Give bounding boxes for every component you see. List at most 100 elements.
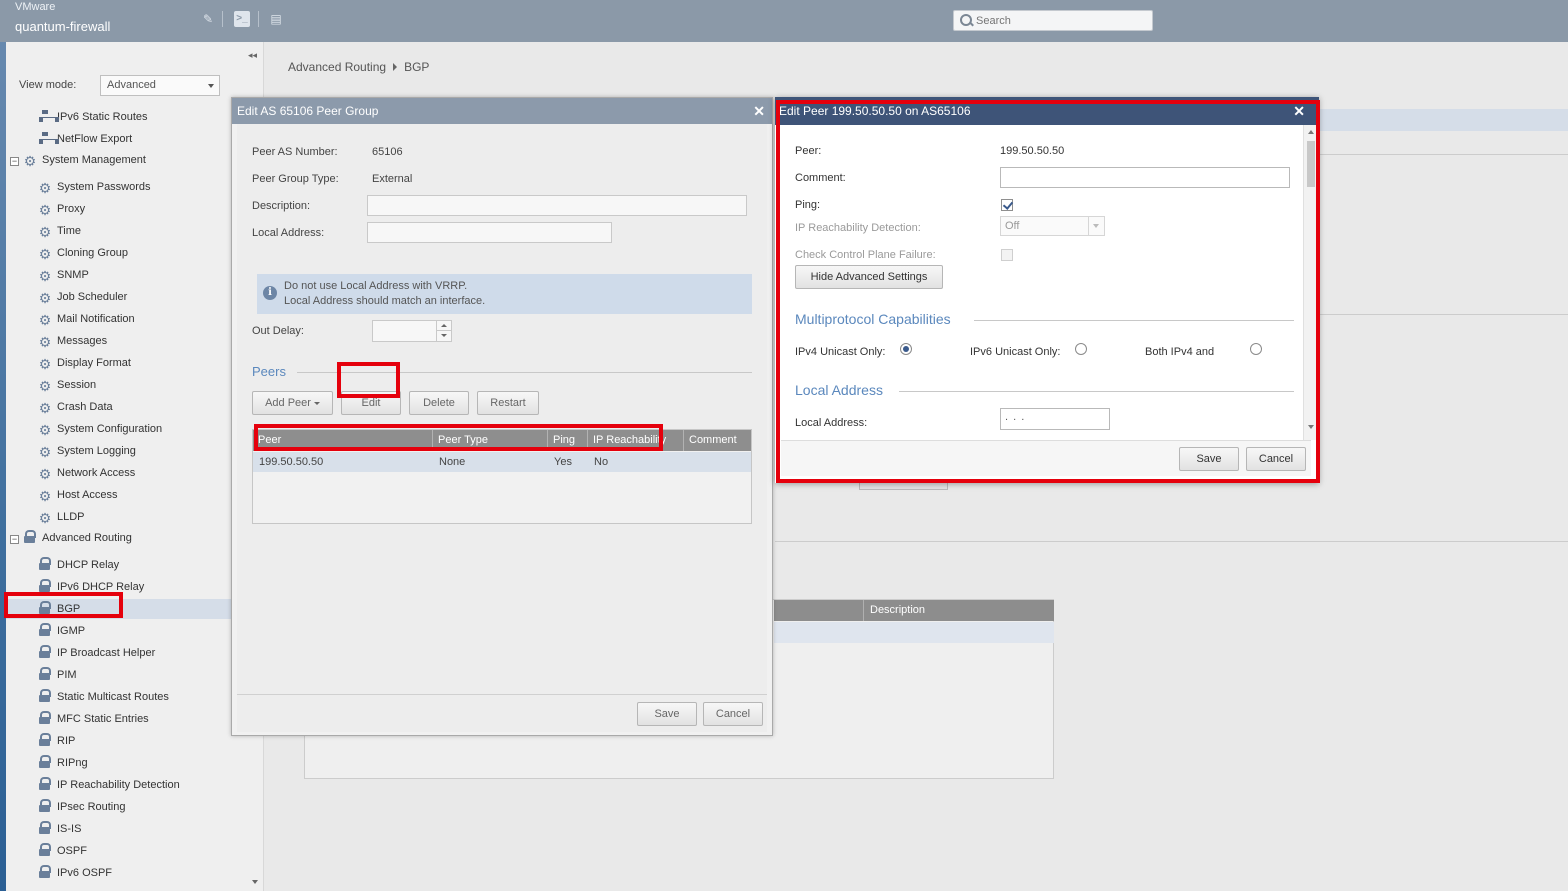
- peer-as-label: Peer AS Number:: [252, 146, 338, 158]
- sidebar-item[interactable]: IPsec Routing: [6, 797, 125, 817]
- cell-ip-reachability: No: [594, 456, 609, 468]
- sidebar-item[interactable]: IGMP: [6, 621, 85, 641]
- column-comment[interactable]: Comment: [684, 430, 751, 451]
- chevron-down-icon: [208, 84, 214, 88]
- sidebar-item-label: LLDP: [57, 511, 85, 523]
- collapse-icon[interactable]: −: [10, 157, 19, 166]
- stepper-down-icon[interactable]: [436, 331, 451, 341]
- edit-icon[interactable]: ✎: [200, 11, 216, 27]
- collapse-sidebar-icon[interactable]: ◂◂: [248, 50, 257, 61]
- lock-icon: [38, 579, 52, 593]
- sidebar-item[interactable]: ⚙ Time: [6, 221, 81, 241]
- gear-icon: ⚙: [38, 290, 52, 306]
- gear-icon: ⚙: [38, 246, 52, 262]
- sidebar-item[interactable]: PIM: [6, 665, 77, 685]
- sidebar-item[interactable]: ⚙ System Passwords: [6, 177, 151, 197]
- sidebar-item-label: IPv6 OSPF: [57, 867, 113, 879]
- footer-divider: [237, 694, 767, 695]
- sidebar-item[interactable]: IPv6 Static Routes: [6, 107, 148, 127]
- search-input[interactable]: [976, 13, 1146, 29]
- sidebar-item[interactable]: ⚙ Mail Notification: [6, 309, 135, 329]
- scroll-down-icon[interactable]: [252, 880, 258, 884]
- sidebar-item[interactable]: OSPF: [6, 841, 87, 861]
- description-field[interactable]: [367, 195, 747, 216]
- local-address-label: Local Address:: [252, 227, 325, 239]
- lock-icon: [38, 799, 52, 813]
- sidebar-item[interactable]: ⚙ LLDP: [6, 507, 85, 527]
- lock-icon: [38, 689, 52, 703]
- cancel-button[interactable]: Cancel: [703, 702, 763, 726]
- restart-button[interactable]: Restart: [477, 391, 539, 415]
- gear-icon: ⚙: [38, 334, 52, 350]
- hostname-label: quantum-firewall: [15, 19, 111, 34]
- gear-icon: ⚙: [38, 224, 52, 240]
- sidebar-item[interactable]: Static Multicast Routes: [6, 687, 169, 707]
- sidebar-item[interactable]: ⚙ SNMP: [6, 265, 89, 285]
- sidebar-item[interactable]: ⚙ Job Scheduler: [6, 287, 128, 307]
- info-box: i Do not use Local Address with VRRP. Lo…: [257, 274, 752, 314]
- gear-icon: ⚙: [38, 268, 52, 284]
- sidebar-item[interactable]: − Advanced Routing: [10, 528, 132, 548]
- sidebar-item[interactable]: ⚙ Cloning Group: [6, 243, 128, 263]
- sidebar-item[interactable]: ⚙ Crash Data: [6, 397, 113, 417]
- close-icon[interactable]: ✕: [753, 98, 765, 124]
- sidebar-item[interactable]: ⚙ Messages: [6, 331, 107, 351]
- delete-button[interactable]: Delete: [409, 391, 469, 415]
- sidebar-item[interactable]: ⚙ Display Format: [6, 353, 131, 373]
- sidebar-item-label: Job Scheduler: [57, 291, 128, 303]
- document-icon[interactable]: ▤: [268, 11, 284, 27]
- lock-icon: [38, 667, 52, 681]
- view-mode-select[interactable]: Advanced: [100, 75, 220, 96]
- sidebar-item-label: IP Reachability Detection: [57, 779, 180, 791]
- sidebar-item[interactable]: ⚙ Session: [6, 375, 96, 395]
- search-box[interactable]: [953, 10, 1153, 31]
- local-address-field[interactable]: [367, 222, 612, 243]
- save-button[interactable]: Save: [637, 702, 697, 726]
- gear-icon: ⚙: [38, 202, 52, 218]
- gear-icon: ⚙: [38, 422, 52, 438]
- brand-label: VMware: [15, 1, 56, 13]
- sidebar-item-label: IPv6 Static Routes: [57, 111, 148, 123]
- sidebar: ◂◂ View mode: Advanced IPv6 Static Route…: [6, 42, 264, 891]
- peer-group-type-value: External: [372, 173, 413, 185]
- gear-icon: ⚙: [38, 488, 52, 504]
- sidebar-item[interactable]: DHCP Relay: [6, 555, 119, 575]
- sidebar-item[interactable]: RIPng: [6, 753, 88, 773]
- sidebar-item[interactable]: IS-IS: [6, 819, 81, 839]
- breadcrumb-arrow-icon: [393, 63, 398, 71]
- sidebar-item[interactable]: ⚙ Network Access: [6, 463, 136, 483]
- sidebar-item-label: System Logging: [57, 445, 136, 457]
- table-row[interactable]: 199.50.50.50 None Yes No: [253, 452, 751, 472]
- sidebar-item[interactable]: − ⚙ System Management: [10, 150, 146, 170]
- sidebar-item[interactable]: IPv6 OSPF: [6, 863, 112, 883]
- breadcrumb-advanced-routing[interactable]: Advanced Routing: [288, 60, 386, 74]
- sidebar-item-label: IGMP: [57, 625, 86, 637]
- sidebar-item-label: MFC Static Entries: [57, 713, 149, 725]
- sidebar-item[interactable]: RIP: [6, 731, 75, 751]
- out-delay-stepper[interactable]: [372, 320, 452, 342]
- sidebar-item[interactable]: MFC Static Entries: [6, 709, 149, 729]
- sidebar-item[interactable]: ⚙ Host Access: [6, 485, 118, 505]
- collapse-icon[interactable]: −: [10, 535, 19, 544]
- sidebar-item[interactable]: ⚙ System Logging: [6, 441, 136, 461]
- lock-icon: [38, 755, 52, 769]
- terminal-icon[interactable]: >_: [234, 11, 250, 27]
- add-peer-button[interactable]: Add Peer: [252, 391, 333, 415]
- gear-icon: ⚙: [38, 400, 52, 416]
- out-delay-label: Out Delay:: [252, 325, 304, 337]
- sidebar-item[interactable]: NetFlow Export: [6, 129, 132, 149]
- background-table-row: [774, 622, 1054, 643]
- lock-icon: [38, 865, 52, 879]
- sidebar-item[interactable]: IP Reachability Detection: [6, 775, 180, 795]
- sidebar-item-label: IS-IS: [57, 823, 82, 835]
- sidebar-item[interactable]: ⚙ Proxy: [6, 199, 85, 219]
- peer-as-value: 65106: [372, 146, 403, 158]
- toolbar-separator: [258, 11, 259, 27]
- sidebar-item-label: SNMP: [57, 269, 89, 281]
- sidebar-item[interactable]: ⚙ System Configuration: [6, 419, 162, 439]
- background-table-header: Description: [774, 600, 1054, 621]
- lock-icon: [38, 557, 52, 571]
- stepper-up-icon[interactable]: [436, 321, 451, 331]
- chevron-down-icon: [313, 402, 320, 405]
- sidebar-item[interactable]: IP Broadcast Helper: [6, 643, 155, 663]
